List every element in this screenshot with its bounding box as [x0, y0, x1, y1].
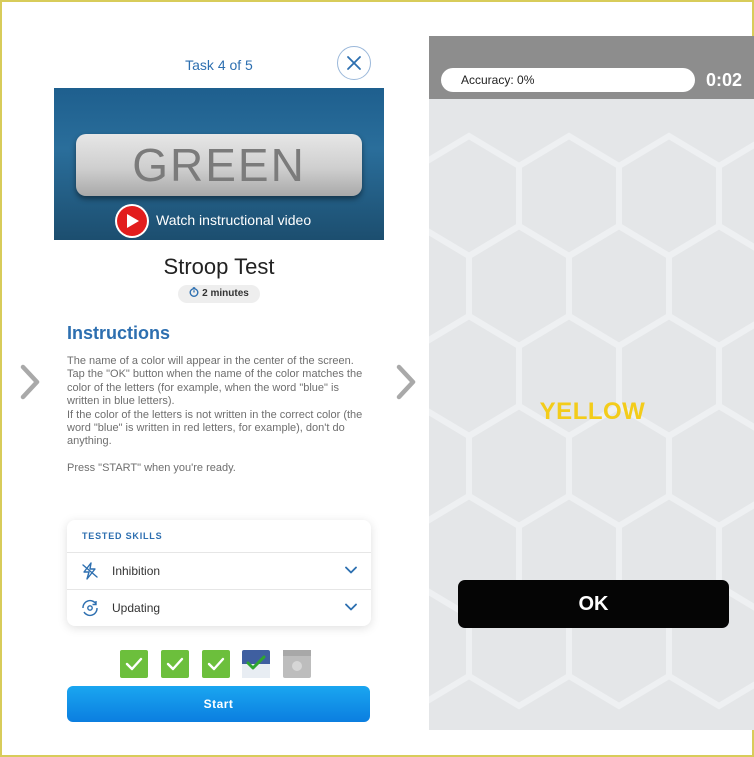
- skill-row-updating[interactable]: Updating: [67, 589, 371, 625]
- skill-row-inhibition[interactable]: Inhibition: [67, 552, 371, 588]
- next-arrow-icon[interactable]: [394, 362, 418, 402]
- duration-text: 2 minutes: [202, 288, 249, 299]
- lightning-icon: [80, 561, 100, 581]
- chevron-down-icon[interactable]: [345, 565, 357, 575]
- video-stimulus-word: GREEN: [76, 134, 362, 196]
- accuracy-indicator: Accuracy: 0%: [441, 68, 695, 92]
- skill-label: Inhibition: [112, 564, 161, 578]
- task-counter: Task 4 of 5: [185, 57, 253, 73]
- task-completed-check-icon: [120, 650, 148, 678]
- video-caption[interactable]: Watch instructional video: [156, 212, 311, 228]
- task-progress-indicators: [120, 650, 320, 680]
- skill-label: Updating: [112, 601, 161, 615]
- game-timer: 0:02: [706, 70, 743, 90]
- instructions-text: The name of a color will appear in the c…: [67, 355, 372, 475]
- previous-arrow-icon[interactable]: [18, 362, 42, 402]
- chevron-down-icon[interactable]: [345, 602, 357, 612]
- stroop-game-screen: Accuracy: 0% 0:02 YELLOW OK: [429, 36, 754, 730]
- start-button[interactable]: Start: [67, 686, 370, 722]
- task-completed-check-icon: [202, 650, 230, 678]
- task-locked-icon: [283, 650, 311, 678]
- stimulus-word: YELLOW: [539, 398, 646, 425]
- close-icon: [347, 56, 361, 70]
- task-header: Task 4 of 5: [54, 38, 384, 88]
- instructions-paragraph: The name of a color will appear in the c…: [67, 355, 354, 367]
- instructions-heading: Instructions: [67, 323, 171, 343]
- screenshot-frame: Task 4 of 5 GREEN Watch instructional vi…: [0, 0, 754, 757]
- test-title: Stroop Test: [163, 254, 275, 279]
- close-button[interactable]: [337, 46, 371, 80]
- instructions-paragraph: If the color of the letters is not writt…: [67, 408, 363, 448]
- instructions-paragraph: Tap the "OK" button when the name of the…: [67, 368, 363, 408]
- tested-skills-title: TESTED SKILLS: [82, 531, 163, 541]
- tested-skills-card: TESTED SKILLS Inhibition Updating: [67, 520, 371, 626]
- task-intro-screen: Task 4 of 5 GREEN Watch instructional vi…: [54, 38, 384, 730]
- duration-badge: 2 minutes: [178, 285, 260, 303]
- refresh-eye-icon: [80, 598, 100, 618]
- task-completed-check-icon: [161, 650, 189, 678]
- game-top-bar: Accuracy: 0% 0:02: [429, 36, 754, 99]
- instructions-paragraph: Press "START" when you're ready.: [67, 461, 236, 474]
- task-current-icon: [242, 650, 270, 678]
- play-icon[interactable]: [117, 206, 147, 236]
- instructional-video-thumbnail[interactable]: GREEN Watch instructional video: [54, 88, 384, 240]
- timer-icon: [189, 287, 199, 297]
- ok-button[interactable]: OK: [458, 580, 729, 628]
